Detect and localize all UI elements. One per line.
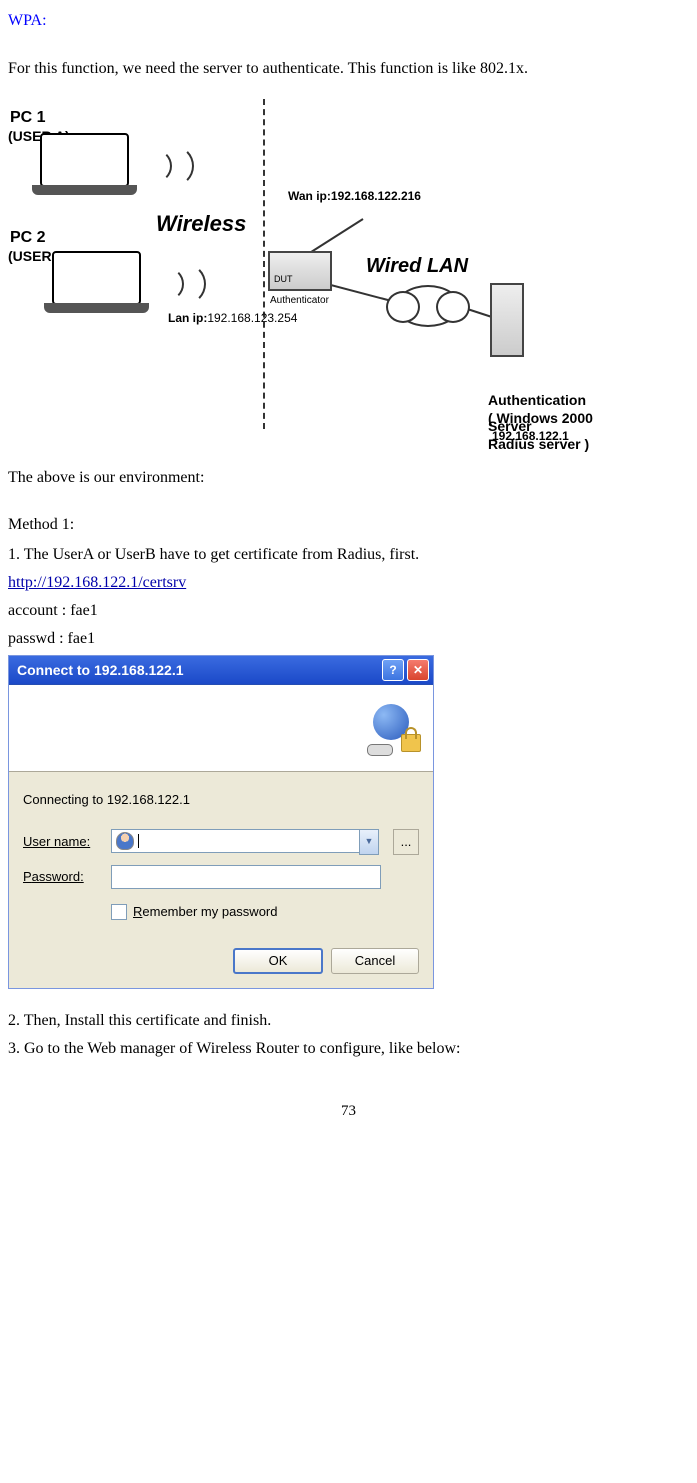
- heading-wpa: WPA:: [8, 6, 689, 36]
- dialog-banner: [9, 685, 433, 772]
- wireless-label: Wireless: [156, 203, 246, 245]
- page-number: 73: [8, 1097, 689, 1126]
- ok-button[interactable]: OK: [233, 948, 323, 974]
- environment-line: The above is our environment:: [8, 463, 689, 493]
- method-label: Method 1:: [8, 513, 689, 537]
- account-line: account : fae1: [8, 599, 689, 623]
- remember-label: Remember my password: [133, 900, 278, 925]
- wired-lan-label: Wired LAN: [366, 247, 468, 285]
- password-label: Password:: [23, 865, 103, 890]
- cloud-icon: [396, 285, 460, 327]
- passwd-line: passwd : fae1: [8, 627, 689, 651]
- browse-button[interactable]: ...: [393, 829, 419, 855]
- wan-ip-label: Wan ip:192.168.122.216: [288, 185, 421, 208]
- connect-dialog: Connect to 192.168.122.1 ? ✕ Connecting …: [8, 655, 434, 989]
- certsrv-link[interactable]: http://192.168.122.1/certsrv: [8, 574, 186, 591]
- close-button[interactable]: ✕: [407, 659, 429, 681]
- wave-icon: [152, 145, 194, 187]
- router-icon: DUT: [268, 251, 332, 291]
- username-input[interactable]: [111, 829, 359, 853]
- server-ip: 192.168.122.1: [492, 425, 569, 448]
- wave-icon: [164, 263, 206, 305]
- laptop-icon: [40, 133, 129, 187]
- password-input[interactable]: [111, 865, 381, 889]
- connecting-label: Connecting to 192.168.122.1: [23, 788, 419, 813]
- username-dropdown-button[interactable]: ▼: [359, 829, 379, 855]
- step-3: 3. Go to the Web manager of Wireless Rou…: [8, 1037, 689, 1061]
- step-1: 1. The UserA or UserB have to get certif…: [8, 543, 689, 567]
- username-label: User name:: [23, 830, 103, 855]
- server-icon: [490, 283, 524, 357]
- person-icon: [116, 832, 134, 850]
- dialog-title-bar: Connect to 192.168.122.1 ? ✕: [9, 656, 433, 685]
- laptop-icon: [52, 251, 141, 305]
- cancel-button[interactable]: Cancel: [331, 948, 419, 974]
- step-2: 2. Then, Install this certificate and fi…: [8, 1009, 689, 1033]
- remember-checkbox[interactable]: [111, 904, 127, 920]
- dashed-line: [263, 99, 265, 429]
- intro-paragraph: For this function, we need the server to…: [8, 54, 689, 84]
- help-button[interactable]: ?: [382, 659, 404, 681]
- network-diagram: PC 1 (USER A) PC 2 (USER B) Wireless Wan…: [8, 99, 618, 449]
- security-icon: [373, 704, 421, 752]
- dialog-title: Connect to 192.168.122.1: [17, 657, 184, 684]
- lan-ip-label: Lan ip:192.168.123.254: [168, 307, 297, 330]
